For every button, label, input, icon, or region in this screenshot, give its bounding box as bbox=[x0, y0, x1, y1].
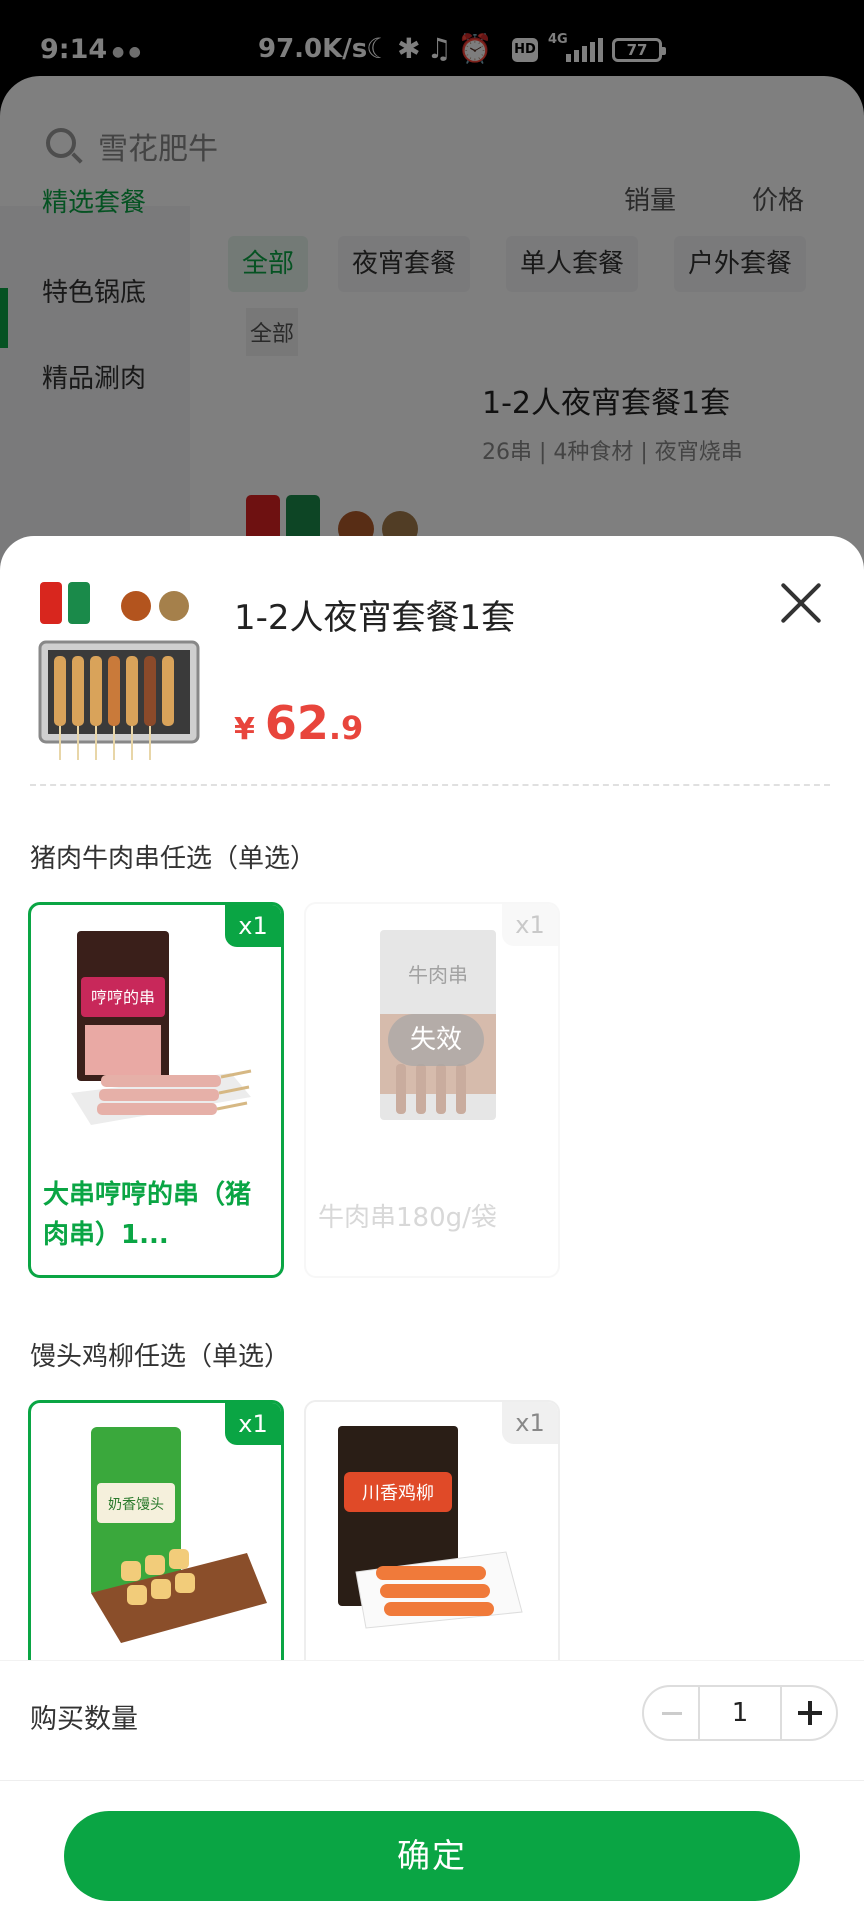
svg-text:川香鸡柳: 川香鸡柳 bbox=[362, 1483, 434, 1504]
price-integer: 62 bbox=[264, 696, 329, 750]
group-title-bun-chicken: 馒头鸡柳任选（单选） bbox=[30, 1342, 291, 1372]
svg-text:牛肉串: 牛肉串 bbox=[408, 963, 468, 987]
quantity-badge: x1 bbox=[502, 904, 558, 946]
quantity-badge: x1 bbox=[225, 1403, 281, 1445]
confirm-button[interactable]: 确定 bbox=[64, 1811, 800, 1901]
option-name: 大串哼哼的串（猪肉串）1... bbox=[43, 1180, 252, 1250]
close-icon[interactable] bbox=[778, 580, 824, 626]
plus-icon[interactable] bbox=[780, 1687, 836, 1739]
quantity-label: 购买数量 bbox=[30, 1704, 138, 1735]
invalid-tag: 失效 bbox=[388, 1014, 484, 1066]
option-card-beef: 牛肉串 失效 x1 牛肉串180g/袋 bbox=[304, 902, 560, 1278]
price: ¥62.9 bbox=[234, 696, 363, 750]
chicken-strip-image: 川香鸡柳 bbox=[338, 1426, 523, 1629]
quantity-badge: x1 bbox=[502, 1402, 558, 1444]
quantity-row: 购买数量 1 bbox=[0, 1660, 864, 1780]
option-name: 牛肉串180g/袋 bbox=[318, 1203, 497, 1233]
sheet-footer: 确定 bbox=[0, 1780, 864, 1920]
svg-text:奶香馒头: 奶香馒头 bbox=[108, 1497, 164, 1513]
pork-skewer-image: 哼哼的串 bbox=[71, 931, 252, 1125]
group-title-meat: 猪肉牛肉串任选（单选） bbox=[30, 844, 317, 874]
price-currency: ¥ bbox=[234, 712, 255, 747]
package-thumbnail bbox=[38, 582, 200, 760]
package-options-sheet: 1-2人夜宵套餐1套 ¥62.9 猪肉牛肉串任选（单选） 哼哼的串 x1 大串哼… bbox=[0, 536, 864, 1920]
steamed-bun-image: 奶香馒头 bbox=[91, 1427, 267, 1643]
quantity-badge: x1 bbox=[225, 905, 281, 947]
price-decimal: .9 bbox=[328, 709, 364, 747]
sheet-title: 1-2人夜宵套餐1套 bbox=[234, 598, 516, 638]
svg-text:哼哼的串: 哼哼的串 bbox=[91, 988, 155, 1007]
divider bbox=[30, 784, 830, 786]
quantity-value[interactable]: 1 bbox=[700, 1687, 780, 1739]
option-card-pork[interactable]: 哼哼的串 x1 大串哼哼的串（猪肉串）1... bbox=[28, 902, 284, 1278]
quantity-stepper: 1 bbox=[642, 1685, 838, 1741]
minus-icon[interactable] bbox=[644, 1687, 700, 1739]
